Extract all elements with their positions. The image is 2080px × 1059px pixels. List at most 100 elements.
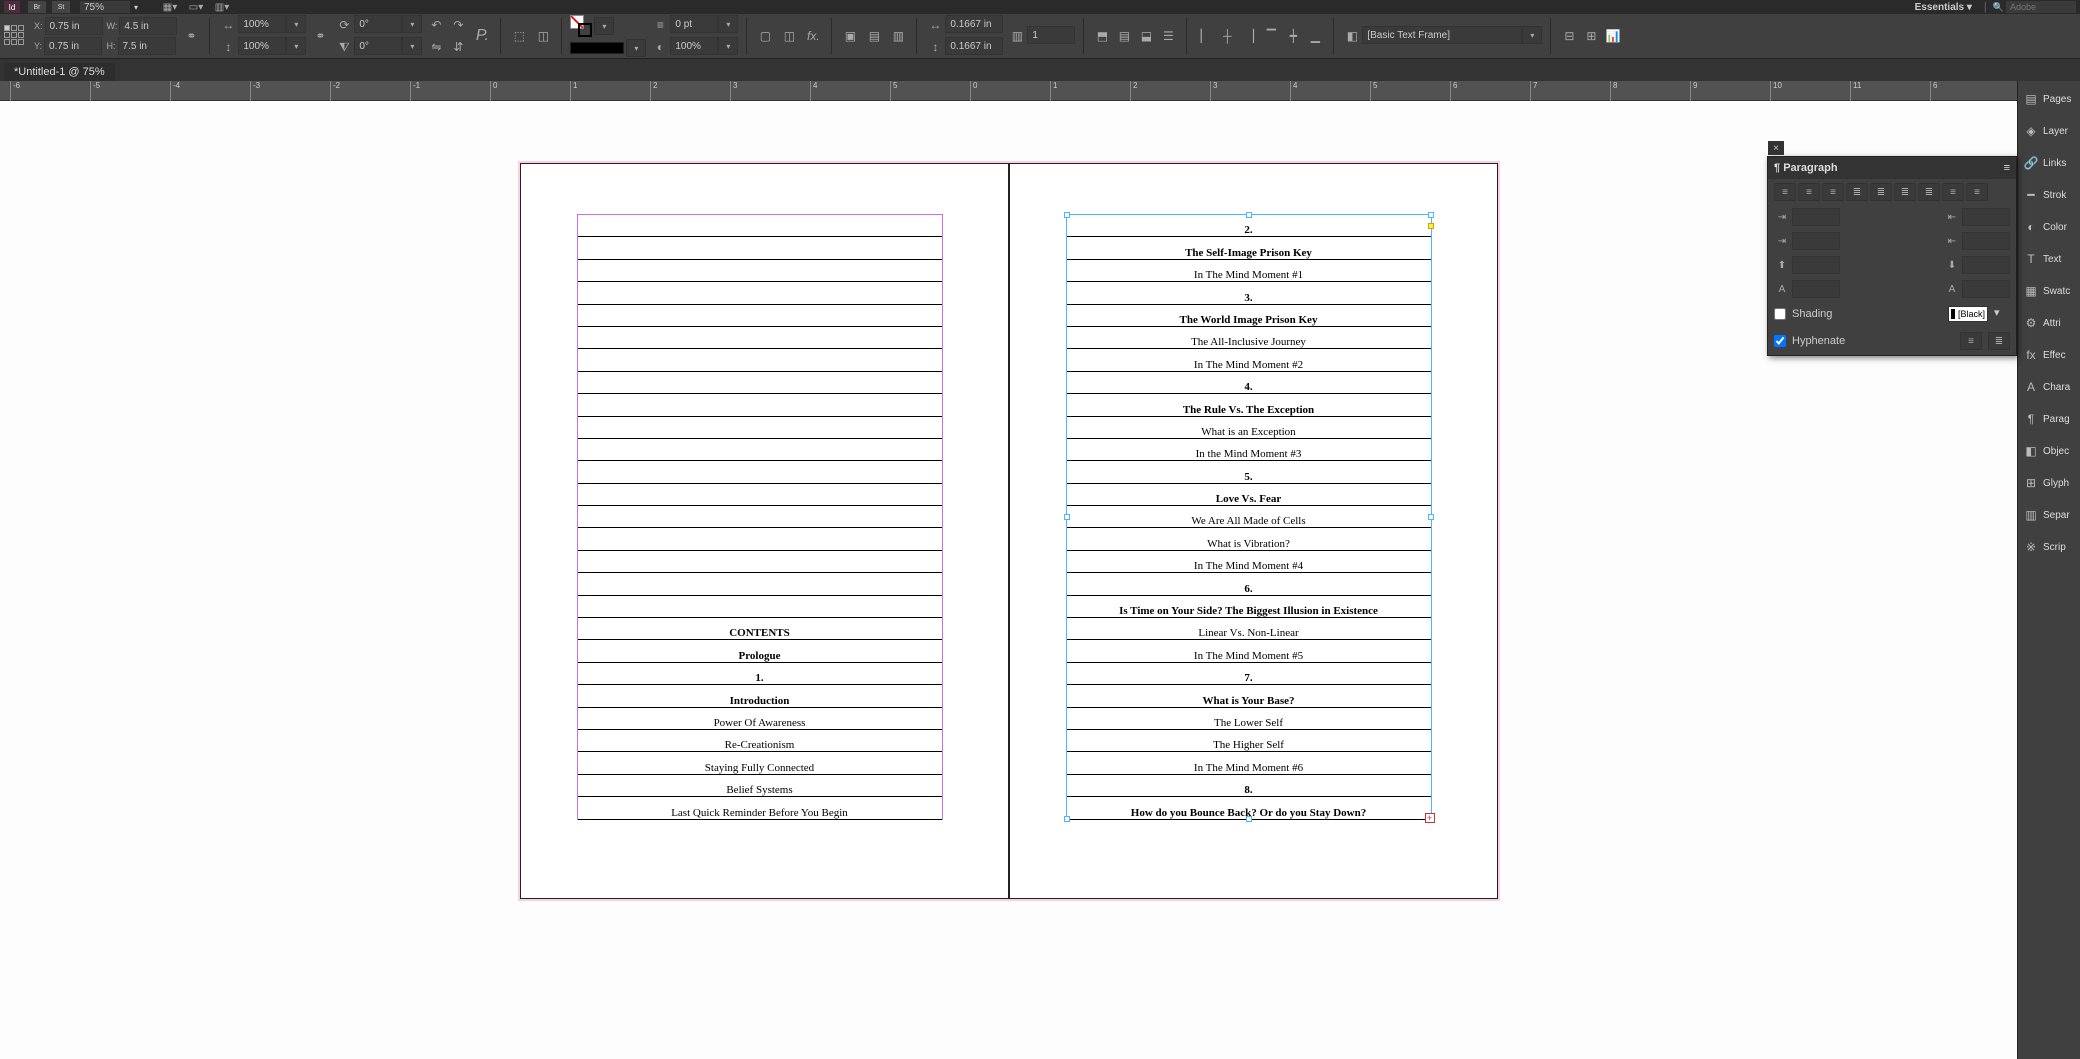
scale-y-dropdown[interactable]: ▾	[286, 37, 306, 55]
panel-tab-swatches[interactable]: ▦Swatc	[2019, 277, 2079, 305]
selection-handle[interactable]	[1428, 212, 1434, 218]
panel-tab-attributes[interactable]: ⚙Attri	[2019, 309, 2079, 337]
align-right-button[interactable]: ≡	[1822, 183, 1844, 201]
space-after-input[interactable]	[1962, 256, 2010, 274]
justify-all-button[interactable]: ≣	[1918, 183, 1940, 201]
stroke-style-preview[interactable]	[570, 42, 624, 54]
text-wrap-shape-icon[interactable]: ▥	[888, 26, 908, 46]
reference-point-proxy[interactable]	[4, 25, 26, 47]
align-away-spine-button[interactable]: ≡	[1966, 183, 1988, 201]
baseline-grid-icon[interactable]: ≣	[1988, 332, 2010, 350]
constrain-proportions-icon[interactable]: ⚭	[181, 26, 201, 46]
zoom-level-input[interactable]	[80, 1, 130, 13]
scale-y-input[interactable]	[238, 37, 286, 55]
panel-close-icon[interactable]: ×	[1768, 141, 1784, 155]
select-container-icon[interactable]: ⬚	[509, 26, 529, 46]
space-before-input[interactable]	[1792, 256, 1840, 274]
panel-tab-effects[interactable]: fxEffec	[2019, 341, 2079, 369]
text-wrap-bbox-icon[interactable]: ▤	[864, 26, 884, 46]
align-center-button[interactable]: ≡	[1798, 183, 1820, 201]
selection-handle[interactable]	[1246, 816, 1252, 822]
x-position-input[interactable]	[45, 17, 103, 35]
align-bottom-icon[interactable]: ⬓	[1136, 26, 1156, 46]
align-left-button[interactable]: ≡	[1774, 183, 1796, 201]
panel-menu-icon[interactable]: ≡	[2004, 162, 2010, 174]
panel-tab-pages[interactable]: ▤Pages	[2019, 85, 2079, 113]
bridge-button[interactable]: Br	[28, 1, 46, 13]
selection-handle[interactable]	[1246, 212, 1252, 218]
pasteboard[interactable]: CONTENTSPrologue1.IntroductionPower Of A…	[0, 101, 2017, 1059]
panel-tab-stroke[interactable]: ━Strok	[2019, 181, 2079, 209]
selection-handle[interactable]	[1064, 816, 1070, 822]
hyphenate-checkbox[interactable]	[1774, 335, 1786, 347]
no-break-icon[interactable]: ≡	[1960, 332, 1982, 350]
justify-center-button[interactable]: ≣	[1870, 183, 1892, 201]
shear-dropdown[interactable]: ▾	[402, 37, 422, 55]
distribute-v-icon[interactable]: ⊞	[1581, 26, 1601, 46]
align-vcenter-icon[interactable]: ┿	[1283, 26, 1303, 46]
flip-vertical-icon[interactable]: ⇵	[448, 37, 468, 57]
last-line-indent-input[interactable]	[1962, 232, 2010, 250]
height-input[interactable]	[118, 37, 176, 55]
panel-tab-paragraph[interactable]: ¶Parag	[2019, 405, 2079, 433]
rotate-cw-icon[interactable]: ↷	[448, 15, 468, 35]
paragraph-panel[interactable]: × ¶ Paragraph≡ ≡ ≡ ≡ ≣ ≣ ≣ ≣ ≡ ≡ ⇥ ⇤ ⇥ ⇤…	[1767, 156, 2017, 356]
align-top-edges-icon[interactable]: ▔	[1261, 26, 1281, 46]
align-bottom-edges-icon[interactable]: ▁	[1305, 26, 1325, 46]
gap-y-input[interactable]	[945, 37, 1003, 55]
drop-cap-chars-input[interactable]	[1962, 280, 2010, 298]
rotate-dropdown[interactable]: ▾	[402, 15, 422, 33]
justify-vertical-icon[interactable]: ☰	[1158, 26, 1178, 46]
zoom-dropdown-icon[interactable]: ▾	[134, 3, 138, 12]
align-hcenter-icon[interactable]: ┼	[1217, 26, 1237, 46]
panel-tab-glyphs[interactable]: ⊞Glyph	[2019, 469, 2079, 497]
object-style-dropdown[interactable]: ▾	[1522, 26, 1542, 44]
stroke-style-dropdown[interactable]: ▾	[626, 39, 646, 57]
screen-mode-icon[interactable]: ▭▾	[188, 1, 204, 13]
rotate-content-icon[interactable]: P.	[472, 26, 492, 46]
stroke-weight-dropdown[interactable]: ▾	[718, 15, 738, 33]
tint-input[interactable]	[670, 37, 718, 55]
arrange-icon[interactable]: ▥▾	[214, 1, 230, 13]
scale-x-input[interactable]	[238, 15, 286, 33]
right-page[interactable]: 2.The Self-Image Prison KeyIn The Mind M…	[1009, 163, 1498, 899]
width-input[interactable]	[119, 17, 177, 35]
view-options-icon[interactable]: ▦▾	[162, 1, 178, 13]
gap-x-input[interactable]	[945, 15, 1003, 33]
chart-icon[interactable]: 📊	[1603, 26, 1623, 46]
justify-right-button[interactable]: ≣	[1894, 183, 1916, 201]
right-text-frame[interactable]: 2.The Self-Image Prison KeyIn The Mind M…	[1066, 214, 1432, 820]
align-middle-icon[interactable]: ▤	[1114, 26, 1134, 46]
select-content-icon[interactable]: ◫	[533, 26, 553, 46]
panel-tab-links[interactable]: 🔗Links	[2019, 149, 2079, 177]
left-indent-input[interactable]	[1792, 208, 1840, 226]
document-viewport[interactable]: -6-5-4-3-2-1012345012345678910116 CONTEN…	[0, 81, 2017, 1059]
effects-icon[interactable]: fx.	[803, 26, 823, 46]
constrain-scale-icon[interactable]: ⚭	[310, 26, 330, 46]
columns-input[interactable]	[1027, 26, 1075, 44]
shear-input[interactable]	[354, 37, 402, 55]
selection-handle[interactable]	[1064, 212, 1070, 218]
panel-tab-text[interactable]: TText	[2019, 245, 2079, 273]
flip-horizontal-icon[interactable]: ⇋	[426, 37, 446, 57]
align-toward-spine-button[interactable]: ≡	[1942, 183, 1964, 201]
panel-tab-layers[interactable]: ◈Layer	[2019, 117, 2079, 145]
overset-text-icon[interactable]: +	[1425, 813, 1435, 823]
panel-tab-characters[interactable]: AChara	[2019, 373, 2079, 401]
drop-shadow-icon[interactable]: ▢	[755, 26, 775, 46]
tint-dropdown[interactable]: ▾	[718, 37, 738, 55]
left-page[interactable]: CONTENTSPrologue1.IntroductionPower Of A…	[520, 163, 1009, 899]
shading-dropdown[interactable]: ▾	[1994, 306, 2010, 322]
document-tab[interactable]: *Untitled-1 @ 75%	[4, 63, 115, 81]
rotate-input[interactable]	[354, 15, 402, 33]
justify-left-button[interactable]: ≣	[1846, 183, 1868, 201]
panel-tab-scripts[interactable]: ※Scrip	[2019, 533, 2079, 561]
selection-handle[interactable]	[1428, 514, 1434, 520]
scale-x-dropdown[interactable]: ▾	[286, 15, 306, 33]
text-wrap-none-icon[interactable]: ▣	[840, 26, 860, 46]
distribute-h-icon[interactable]: ⊟	[1559, 26, 1579, 46]
adobe-search-input[interactable]	[2006, 1, 2076, 13]
selection-handle[interactable]	[1064, 514, 1070, 520]
in-port-icon[interactable]	[1428, 223, 1434, 229]
stroke-weight-input[interactable]	[670, 15, 718, 33]
